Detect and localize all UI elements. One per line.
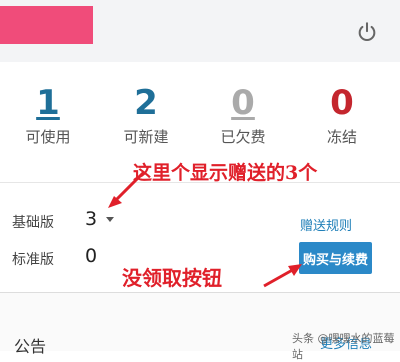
stat-new-label: 可新建 xyxy=(123,128,169,146)
notice-title: 公告 xyxy=(14,337,47,356)
gift-rules-link[interactable]: 赠送规则 xyxy=(300,215,352,234)
stat-new[interactable]: 2 可新建 xyxy=(106,84,186,147)
annotation-button-note: 没领取按钮 xyxy=(122,266,222,290)
stat-available-value[interactable]: 1 xyxy=(8,84,88,122)
stat-new-value[interactable]: 2 xyxy=(106,84,186,122)
stat-available[interactable]: 1 可使用 xyxy=(8,84,88,147)
annotation-arrow-2 xyxy=(263,264,302,288)
stat-frozen-label: 冻结 xyxy=(326,128,357,146)
stat-overdue[interactable]: 0 已欠费 xyxy=(203,84,283,147)
edition-standard-value: 0 xyxy=(85,245,98,267)
power-icon[interactable] xyxy=(356,21,378,43)
edition-basic-value[interactable]: 3 xyxy=(85,208,97,230)
stat-overdue-value[interactable]: 0 xyxy=(203,84,283,122)
watermark-text: 头条 @嘿嘿水的蓝莓站 xyxy=(292,332,395,361)
chevron-down-icon[interactable] xyxy=(106,217,114,222)
stat-available-label: 可使用 xyxy=(25,128,71,146)
stat-overdue-label: 已欠费 xyxy=(220,128,266,146)
stat-frozen[interactable]: 0 冻结 xyxy=(302,84,382,147)
annotation-gift-note: 这里个显示赠送的3个 xyxy=(133,162,318,184)
brand-block xyxy=(0,6,93,44)
edition-basic-label: 基础版 xyxy=(12,215,54,231)
buy-renew-button[interactable]: 购买与续费 xyxy=(299,242,372,274)
edition-standard-label: 标准版 xyxy=(12,252,54,268)
top-bar xyxy=(0,0,400,63)
stat-frozen-value[interactable]: 0 xyxy=(302,84,382,122)
